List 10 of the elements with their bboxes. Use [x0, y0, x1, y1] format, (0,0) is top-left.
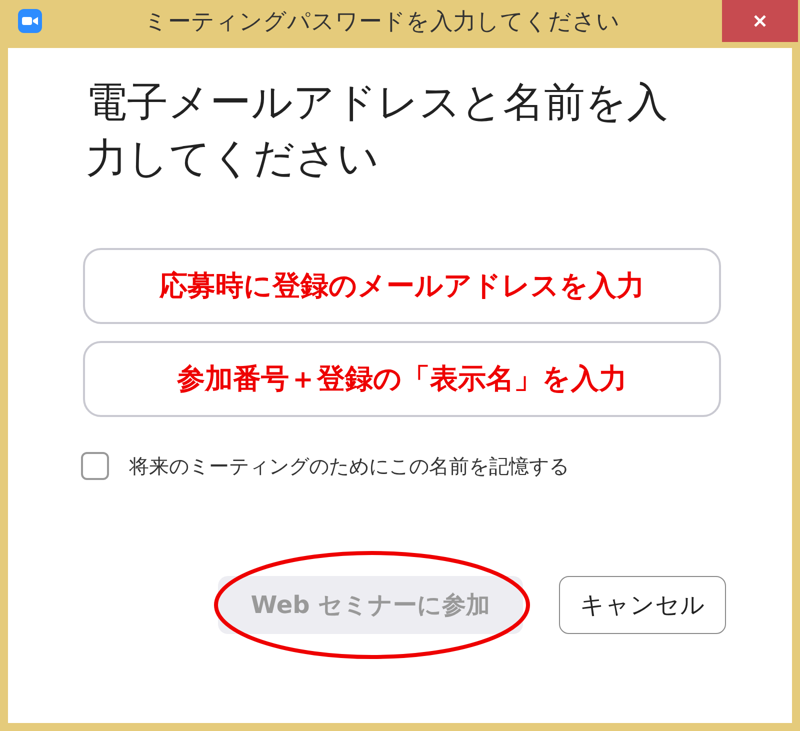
cancel-button[interactable]: キャンセル [559, 576, 726, 634]
close-button[interactable] [722, 0, 798, 42]
close-icon [752, 13, 768, 29]
input-field[interactable]: 応募時に登録のメールアドレスを入力 [83, 248, 721, 324]
video-camera-icon [18, 9, 42, 33]
checkbox-label: 将来のミーティングのためにこの名前を記憶する [129, 452, 569, 480]
dialog-heading: 電子メールアドレスと名前を入力してください [86, 77, 669, 184]
window-title: ミーティングパスワードを入力してください [143, 8, 621, 36]
checkbox[interactable] [81, 452, 109, 480]
input-field[interactable]: 参加番号＋登録の「表示名」を入力 [83, 341, 721, 417]
